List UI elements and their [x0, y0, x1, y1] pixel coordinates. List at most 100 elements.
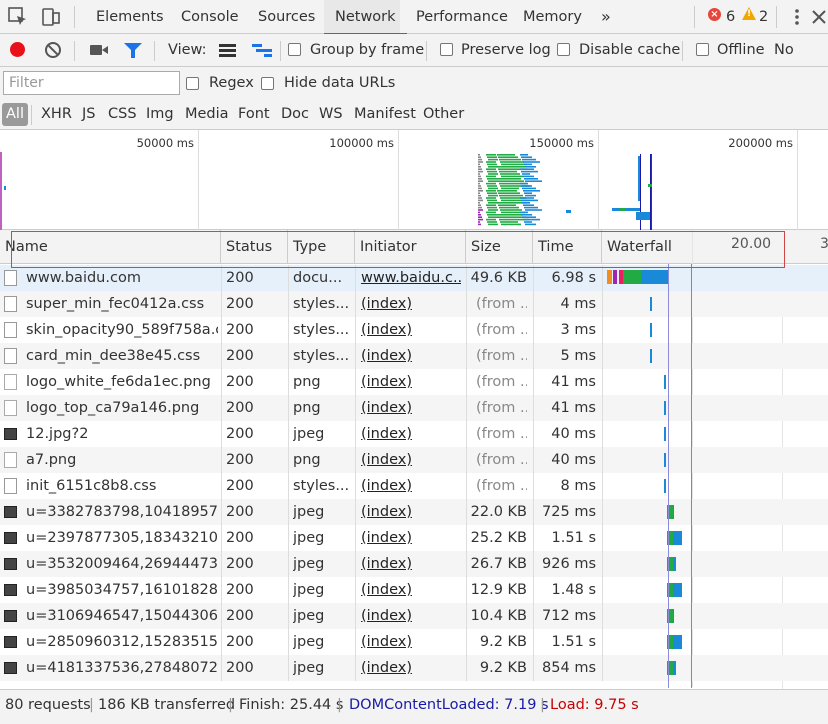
table-row[interactable]: logo_white_fe6da1ec.png 200 png (index) (fro… — [0, 369, 828, 395]
type-ws[interactable]: WS — [319, 99, 343, 130]
type-js[interactable]: JS — [82, 99, 95, 130]
type-other[interactable]: Other — [423, 99, 464, 130]
kebab-menu-icon[interactable] — [786, 6, 808, 28]
error-icon[interactable]: × — [708, 8, 721, 21]
request-initiator[interactable]: (index) — [361, 499, 461, 525]
request-name[interactable]: super_min_fec0412a.css — [26, 291, 218, 317]
request-name[interactable]: a7.png — [26, 447, 218, 473]
request-name[interactable]: u=2850960312,152835159... — [26, 629, 218, 655]
tab-console[interactable]: Console — [181, 0, 239, 34]
table-row[interactable]: u=3985034757,161018282... 200 jpeg (index) 1… — [0, 577, 828, 603]
tab-sources[interactable]: Sources — [258, 0, 315, 34]
table-row[interactable]: u=2397877305,183432100... 200 jpeg (index) 2… — [0, 525, 828, 551]
screenshot-icon[interactable] — [90, 45, 108, 55]
filter-input[interactable] — [3, 71, 180, 95]
request-initiator[interactable]: (index) — [361, 629, 461, 655]
more-tabs-button[interactable]: » — [601, 0, 611, 34]
request-initiator[interactable]: (index) — [361, 603, 461, 629]
type-doc[interactable]: Doc — [281, 99, 309, 130]
table-row[interactable]: u=3382783798,104189575... 200 jpeg (index) 2… — [0, 499, 828, 525]
request-initiator[interactable]: (index) — [361, 525, 461, 551]
request-name[interactable]: skin_opacity90_589f758a.css — [26, 317, 218, 343]
tab-network[interactable]: Network — [324, 0, 407, 35]
record-button[interactable] — [10, 42, 25, 57]
table-row[interactable]: a7.png 200 png (index) (from ... 40 ms — [0, 447, 828, 473]
tab-elements[interactable]: Elements — [96, 0, 164, 34]
request-initiator[interactable]: (index) — [361, 421, 461, 447]
large-rows-icon[interactable] — [219, 44, 236, 57]
request-name[interactable]: logo_white_fe6da1ec.png — [26, 369, 218, 395]
overview-graph — [0, 152, 652, 230]
clear-icon[interactable] — [45, 42, 61, 58]
request-initiator[interactable]: (index) — [361, 447, 461, 473]
table-row[interactable]: u=3106946547,150443064... 200 jpeg (index) 1… — [0, 603, 828, 629]
table-row[interactable]: init_6151c8b8.css 200 styles... (index) (fro… — [0, 473, 828, 499]
table-row[interactable]: card_min_dee38e45.css 200 styles... (index)… — [0, 343, 828, 369]
request-time: 3 ms — [560, 322, 596, 338]
request-name[interactable]: u=2397877305,183432100... — [26, 525, 218, 551]
request-initiator[interactable]: (index) — [361, 343, 461, 369]
request-name[interactable]: u=3382783798,104189575... — [26, 499, 218, 525]
request-name[interactable]: www.baidu.com — [26, 265, 218, 291]
preserve-log-checkbox[interactable] — [440, 43, 453, 56]
request-name[interactable]: u=3985034757,161018282... — [26, 577, 218, 603]
throttling-select[interactable]: No throt — [774, 34, 828, 91]
type-font[interactable]: Font — [238, 99, 270, 130]
warning-icon[interactable]: ! — [742, 7, 756, 20]
request-name[interactable]: u=4181337536,278480728... — [26, 655, 218, 681]
warning-count[interactable]: 2 — [759, 0, 768, 34]
table-row[interactable]: u=3532009464,269444732... 200 jpeg (index) 2… — [0, 551, 828, 577]
hide-data-urls-checkbox[interactable] — [261, 77, 274, 90]
table-row[interactable]: u=4181337536,278480728... 200 jpeg (index) 9… — [0, 655, 828, 681]
request-initiator[interactable]: (index) — [361, 473, 461, 499]
table-row[interactable]: u=2850960312,152835159... 200 jpeg (index) 9… — [0, 629, 828, 655]
column-size[interactable]: Size — [466, 230, 533, 264]
offline-checkbox[interactable] — [696, 43, 709, 56]
column-initiator[interactable]: Initiator — [355, 230, 466, 264]
column-type[interactable]: Type — [288, 230, 355, 264]
type-css[interactable]: CSS — [108, 99, 137, 130]
table-row[interactable]: skin_opacity90_589f758a.css 200 styles... (… — [0, 317, 828, 343]
network-overview[interactable]: 50000 ms 100000 ms 150000 ms 200000 ms — [0, 130, 828, 230]
request-name[interactable]: u=3106946547,150443064... — [26, 603, 218, 629]
column-time[interactable]: Time — [533, 230, 602, 264]
request-initiator[interactable]: (index) — [361, 317, 461, 343]
column-status[interactable]: Status — [221, 230, 288, 264]
request-initiator[interactable]: (index) — [361, 369, 461, 395]
request-initiator[interactable]: www.baidu.c... — [361, 265, 461, 291]
regex-checkbox[interactable] — [186, 77, 199, 90]
tab-performance[interactable]: Performance — [416, 0, 508, 34]
request-name[interactable]: card_min_dee38e45.css — [26, 343, 218, 369]
request-status: 200 — [226, 296, 254, 312]
type-manifest[interactable]: Manifest — [354, 99, 416, 130]
device-toolbar-icon[interactable] — [40, 6, 62, 28]
request-initiator[interactable]: (index) — [361, 655, 461, 681]
column-name[interactable]: Name — [0, 230, 221, 264]
request-initiator[interactable]: (index) — [361, 291, 461, 317]
column-waterfall[interactable]: Waterfall — [602, 230, 828, 264]
close-icon[interactable] — [808, 6, 828, 28]
request-name[interactable]: u=3532009464,269444732... — [26, 551, 218, 577]
inspect-element-icon[interactable] — [7, 6, 29, 28]
request-name[interactable]: logo_top_ca79a146.png — [26, 395, 218, 421]
group-by-frame-checkbox[interactable] — [288, 43, 301, 56]
filter-icon[interactable] — [124, 43, 142, 58]
request-initiator[interactable]: (index) — [361, 551, 461, 577]
waterfall-bar — [623, 270, 641, 284]
request-initiator[interactable]: (index) — [361, 395, 461, 421]
error-count[interactable]: 6 — [726, 0, 735, 34]
request-name[interactable]: 12.jpg?2 — [26, 421, 218, 447]
table-row[interactable]: super_min_fec0412a.css 200 styles... (index… — [0, 291, 828, 317]
overview-icon[interactable] — [252, 44, 272, 57]
table-row[interactable]: logo_top_ca79a146.png 200 png (index) (from … — [0, 395, 828, 421]
table-row[interactable]: www.baidu.com 200 docu... www.baidu.c... 49.… — [0, 265, 828, 291]
tab-memory[interactable]: Memory — [523, 0, 582, 34]
type-media[interactable]: Media — [185, 99, 229, 130]
request-initiator[interactable]: (index) — [361, 577, 461, 603]
type-img[interactable]: Img — [146, 99, 174, 130]
request-name[interactable]: init_6151c8b8.css — [26, 473, 218, 499]
table-row[interactable]: 12.jpg?2 200 jpeg (index) (from ... 40 ms — [0, 421, 828, 447]
type-all[interactable]: All — [2, 103, 28, 126]
type-xhr[interactable]: XHR — [41, 99, 72, 130]
disable-cache-checkbox[interactable] — [557, 43, 570, 56]
